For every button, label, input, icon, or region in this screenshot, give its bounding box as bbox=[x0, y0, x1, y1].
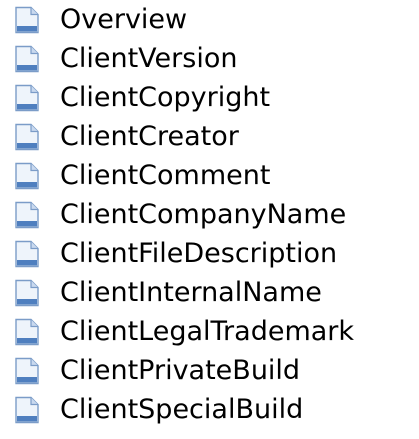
topic-label: ClientFileDescription bbox=[60, 237, 338, 269]
topic-item-clientcomment[interactable]: ClientComment bbox=[0, 159, 419, 193]
topic-item-clientcreator[interactable]: ClientCreator bbox=[0, 120, 419, 154]
topic-item-clientspecialbuild[interactable]: ClientSpecialBuild bbox=[0, 393, 419, 427]
topic-item-clientcompanyname[interactable]: ClientCompanyName bbox=[0, 198, 419, 232]
document-icon bbox=[12, 84, 42, 112]
topic-label: ClientVersion bbox=[60, 42, 238, 74]
topic-item-clientlegaltrademark[interactable]: ClientLegalTrademark bbox=[0, 315, 419, 349]
topic-label: ClientPrivateBuild bbox=[60, 354, 301, 386]
topic-label: ClientSpecialBuild bbox=[60, 393, 304, 425]
topic-item-clientversion[interactable]: ClientVersion bbox=[0, 42, 419, 76]
topic-item-clientinternalname[interactable]: ClientInternalName bbox=[0, 276, 419, 310]
topic-label: ClientComment bbox=[60, 159, 271, 191]
topic-item-clientprivatebuild[interactable]: ClientPrivateBuild bbox=[0, 354, 419, 388]
topic-list: Overview ClientVersion ClientCopyright C… bbox=[0, 0, 419, 439]
document-icon bbox=[12, 240, 42, 268]
document-icon bbox=[12, 45, 42, 73]
document-icon bbox=[12, 162, 42, 190]
document-icon bbox=[12, 318, 42, 346]
topic-item-clientcopyright[interactable]: ClientCopyright bbox=[0, 81, 419, 115]
document-icon bbox=[12, 396, 42, 424]
document-icon bbox=[12, 123, 42, 151]
document-icon bbox=[12, 357, 42, 385]
document-icon bbox=[12, 279, 42, 307]
topic-label: ClientCopyright bbox=[60, 81, 271, 113]
document-icon bbox=[12, 6, 42, 34]
topic-label: ClientInternalName bbox=[60, 276, 322, 308]
topic-label: ClientCreator bbox=[60, 120, 239, 152]
topic-item-overview[interactable]: Overview bbox=[0, 3, 419, 37]
document-icon bbox=[12, 201, 42, 229]
topic-label: Overview bbox=[60, 3, 188, 35]
topic-label: ClientCompanyName bbox=[60, 198, 347, 230]
topic-item-clientfiledescription[interactable]: ClientFileDescription bbox=[0, 237, 419, 271]
topic-label: ClientLegalTrademark bbox=[60, 315, 355, 347]
